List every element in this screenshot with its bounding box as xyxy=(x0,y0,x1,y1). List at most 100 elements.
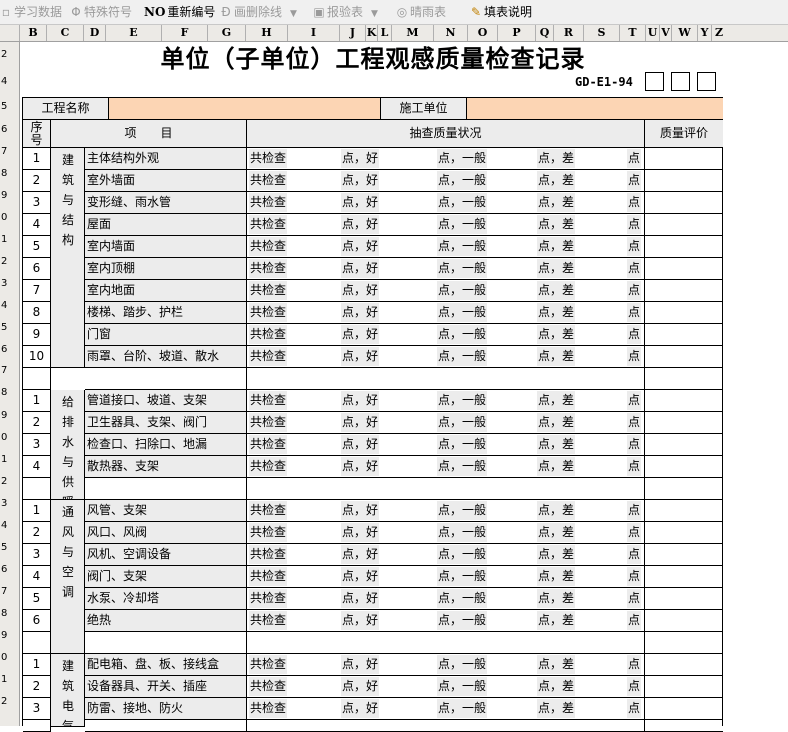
row-header[interactable]: 2 xyxy=(0,697,19,707)
count-input[interactable] xyxy=(295,237,341,256)
row-header[interactable]: 2 xyxy=(0,477,19,487)
count-input[interactable] xyxy=(295,413,341,432)
count-input[interactable] xyxy=(295,655,341,674)
count-input[interactable] xyxy=(295,545,341,564)
column-header[interactable]: B xyxy=(20,25,47,41)
count-input[interactable] xyxy=(583,699,627,718)
evaluation-input[interactable] xyxy=(645,280,723,302)
count-input[interactable] xyxy=(497,281,537,300)
row-header[interactable]: 7 xyxy=(0,587,19,597)
count-input[interactable] xyxy=(583,435,627,454)
column-header[interactable]: K xyxy=(366,25,378,41)
chevron-down-icon[interactable]: ▼ xyxy=(371,9,378,19)
count-input[interactable] xyxy=(583,215,627,234)
count-input[interactable] xyxy=(295,611,341,630)
evaluation-input[interactable] xyxy=(645,654,723,676)
row-header[interactable]: 9 xyxy=(0,191,19,201)
count-input[interactable] xyxy=(583,589,627,608)
column-header[interactable]: I xyxy=(288,25,340,41)
column-header[interactable]: Z xyxy=(712,25,726,41)
column-header[interactable]: J xyxy=(340,25,366,41)
form-help-button[interactable]: ✎ 填表说明 xyxy=(470,3,532,21)
evaluation-input[interactable] xyxy=(645,522,723,544)
column-header[interactable]: R xyxy=(554,25,584,41)
count-input[interactable] xyxy=(583,149,627,168)
count-input[interactable] xyxy=(295,193,341,212)
count-input[interactable] xyxy=(583,303,627,322)
evaluation-input[interactable] xyxy=(645,236,723,258)
code-box-1[interactable] xyxy=(645,72,664,91)
row-header[interactable]: 5 xyxy=(0,323,19,333)
count-input[interactable] xyxy=(583,325,627,344)
code-box-3[interactable] xyxy=(697,72,716,91)
row-header[interactable]: 0 xyxy=(0,213,19,223)
count-input[interactable] xyxy=(583,391,627,410)
evaluation-input[interactable] xyxy=(645,412,723,434)
evaluation-input[interactable] xyxy=(645,434,723,456)
column-header[interactable]: E xyxy=(106,25,162,41)
column-header[interactable]: C xyxy=(47,25,84,41)
row-header[interactable]: 7 xyxy=(0,147,19,157)
count-input[interactable] xyxy=(295,523,341,542)
row-header[interactable]: 6 xyxy=(0,125,19,135)
count-input[interactable] xyxy=(497,325,537,344)
column-header[interactable]: W xyxy=(672,25,698,41)
count-input[interactable] xyxy=(387,501,437,520)
row-header[interactable]: 8 xyxy=(0,169,19,179)
count-input[interactable] xyxy=(387,655,437,674)
evaluation-input[interactable] xyxy=(645,456,723,478)
count-input[interactable] xyxy=(497,545,537,564)
count-input[interactable] xyxy=(387,237,437,256)
chevron-down-icon[interactable]: ▼ xyxy=(290,9,297,19)
count-input[interactable] xyxy=(497,589,537,608)
count-input[interactable] xyxy=(497,655,537,674)
column-header[interactable]: P xyxy=(498,25,536,41)
column-header[interactable]: L xyxy=(378,25,392,41)
row-header[interactable]: 0 xyxy=(0,433,19,443)
count-input[interactable] xyxy=(497,699,537,718)
column-header[interactable]: F xyxy=(162,25,208,41)
column-header[interactable]: M xyxy=(392,25,434,41)
count-input[interactable] xyxy=(295,391,341,410)
row-header[interactable]: 3 xyxy=(0,279,19,289)
row-header[interactable]: 0 xyxy=(0,653,19,663)
count-input[interactable] xyxy=(387,259,437,278)
construction-unit-input[interactable] xyxy=(467,98,723,120)
evaluation-input[interactable] xyxy=(645,192,723,214)
count-input[interactable] xyxy=(497,171,537,190)
row-header[interactable]: 9 xyxy=(0,631,19,641)
count-input[interactable] xyxy=(583,523,627,542)
count-input[interactable] xyxy=(387,347,437,366)
row-header[interactable]: 1 xyxy=(0,235,19,245)
column-header[interactable]: U xyxy=(646,25,660,41)
evaluation-input[interactable] xyxy=(645,390,723,412)
count-input[interactable] xyxy=(583,413,627,432)
count-input[interactable] xyxy=(583,347,627,366)
column-header[interactable]: V xyxy=(660,25,672,41)
count-input[interactable] xyxy=(295,501,341,520)
column-header[interactable]: D xyxy=(84,25,106,41)
renumber-button[interactable]: NO 重新编号 xyxy=(144,3,215,21)
count-input[interactable] xyxy=(387,611,437,630)
count-input[interactable] xyxy=(583,281,627,300)
count-input[interactable] xyxy=(387,699,437,718)
row-header[interactable]: 8 xyxy=(0,388,19,398)
count-input[interactable] xyxy=(387,567,437,586)
project-name-input[interactable] xyxy=(109,98,381,120)
count-input[interactable] xyxy=(583,677,627,696)
count-input[interactable] xyxy=(295,325,341,344)
count-input[interactable] xyxy=(497,237,537,256)
count-input[interactable] xyxy=(295,215,341,234)
count-input[interactable] xyxy=(387,435,437,454)
evaluation-input[interactable] xyxy=(645,302,723,324)
count-input[interactable] xyxy=(387,457,437,476)
count-input[interactable] xyxy=(295,171,341,190)
count-input[interactable] xyxy=(583,193,627,212)
count-input[interactable] xyxy=(387,281,437,300)
evaluation-input[interactable] xyxy=(645,170,723,192)
evaluation-input[interactable] xyxy=(645,346,723,368)
count-input[interactable] xyxy=(497,523,537,542)
count-input[interactable] xyxy=(583,171,627,190)
count-input[interactable] xyxy=(497,215,537,234)
count-input[interactable] xyxy=(583,611,627,630)
